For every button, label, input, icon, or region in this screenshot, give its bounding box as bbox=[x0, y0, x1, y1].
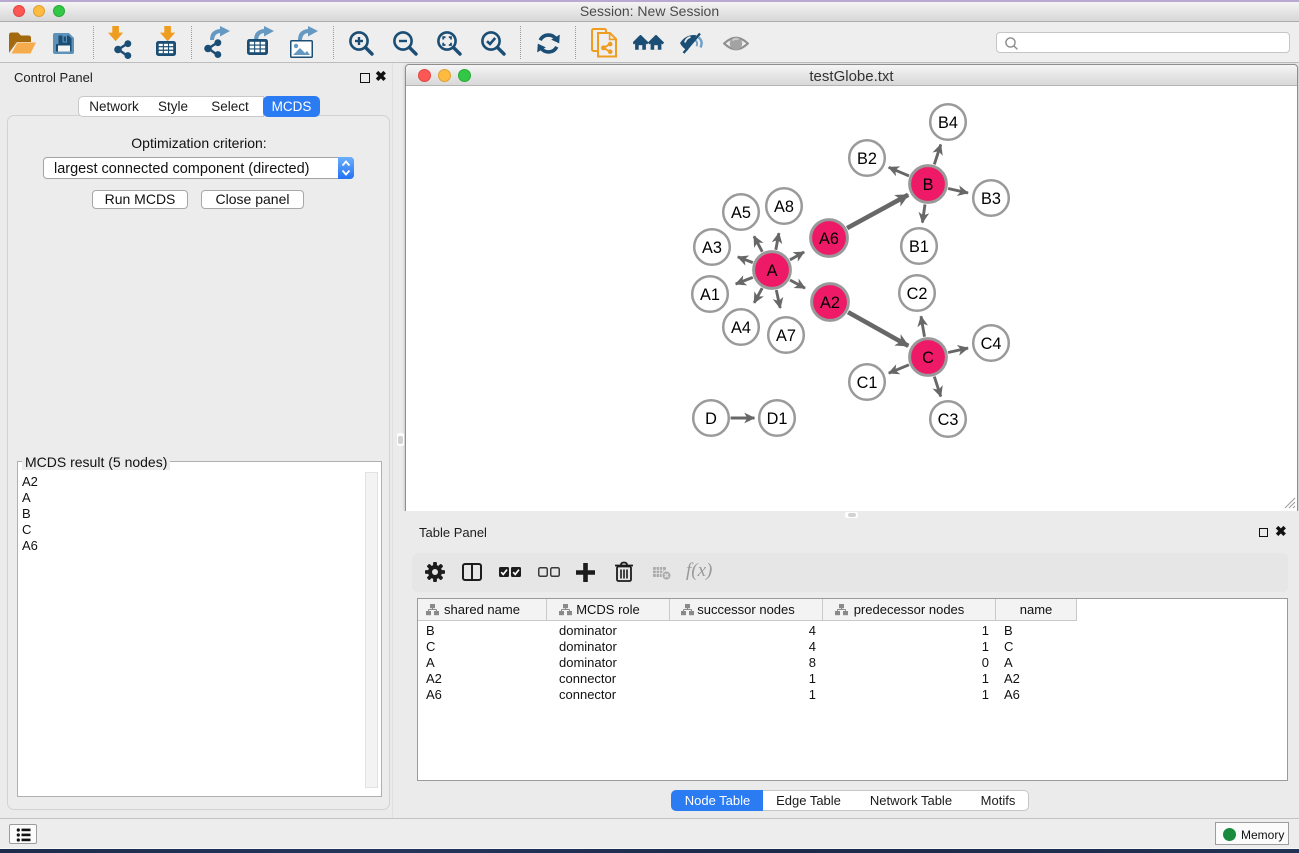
svg-text:B2: B2 bbox=[857, 150, 877, 168]
svg-text:A6: A6 bbox=[819, 230, 839, 248]
svg-text:C3: C3 bbox=[938, 411, 959, 429]
svg-text:B1: B1 bbox=[909, 238, 929, 256]
svg-text:A4: A4 bbox=[731, 319, 751, 337]
svg-text:A1: A1 bbox=[700, 286, 720, 304]
svg-text:C: C bbox=[922, 349, 934, 367]
svg-text:C2: C2 bbox=[907, 285, 928, 303]
svg-text:B4: B4 bbox=[938, 114, 958, 132]
svg-text:A3: A3 bbox=[702, 239, 722, 257]
svg-text:A8: A8 bbox=[774, 198, 794, 216]
svg-text:A7: A7 bbox=[776, 327, 796, 345]
svg-text:C1: C1 bbox=[857, 374, 878, 392]
svg-text:C4: C4 bbox=[981, 335, 1002, 353]
svg-text:A2: A2 bbox=[820, 294, 840, 312]
svg-text:D: D bbox=[705, 410, 717, 428]
svg-text:D1: D1 bbox=[767, 410, 788, 428]
svg-text:B: B bbox=[923, 176, 934, 194]
svg-text:A5: A5 bbox=[731, 204, 751, 222]
svg-text:B3: B3 bbox=[981, 190, 1001, 208]
svg-text:A: A bbox=[767, 262, 778, 280]
